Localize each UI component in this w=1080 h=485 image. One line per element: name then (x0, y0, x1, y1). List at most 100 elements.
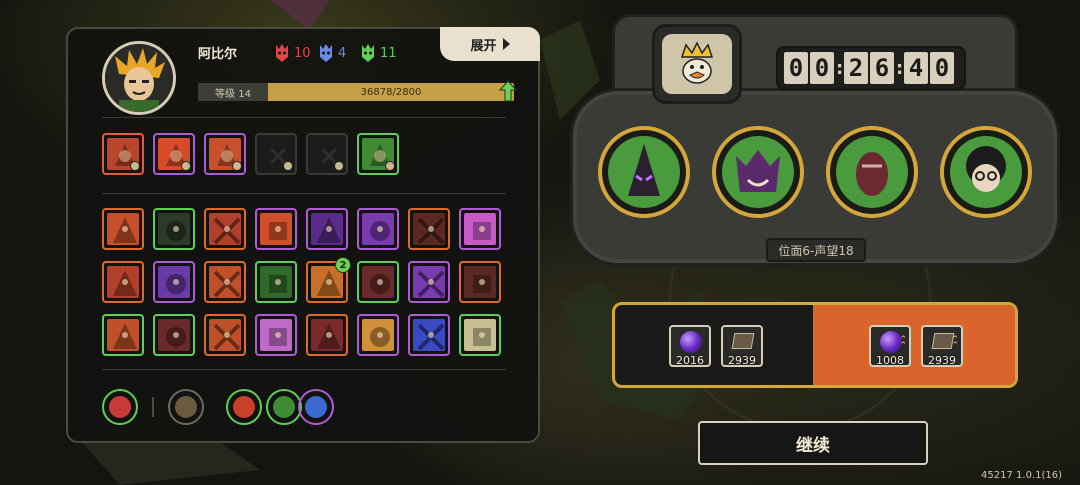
equipped-skills-row (102, 133, 399, 175)
relic-slot[interactable] (459, 208, 501, 250)
skill-type-icon (283, 161, 293, 171)
version-label: 45217 1.0.1(16) (981, 470, 1062, 481)
glasses-kid-portrait-icon (950, 136, 1022, 208)
reward-upgrade-side[interactable] (813, 305, 1015, 385)
crack-relic-icon (311, 319, 343, 351)
star-emblem-icon (233, 396, 255, 418)
relic-slot[interactable] (408, 208, 450, 250)
skill-slot[interactable] (255, 133, 297, 175)
resource-red-value: 10 (294, 45, 311, 61)
reward-orb-value: 2016 (676, 354, 704, 367)
blue-beast-relic-icon (413, 319, 445, 351)
relic-slot[interactable] (204, 261, 246, 303)
hero-portrait[interactable] (940, 126, 1032, 218)
reward-book-value: 2939 (728, 354, 756, 367)
relic-slot[interactable] (153, 314, 195, 356)
relic-slot[interactable] (459, 261, 501, 303)
skill-slot[interactable] (153, 133, 195, 175)
level-label: 等级 14 (198, 83, 268, 101)
flask-emblem-icon (273, 396, 295, 418)
crowned-demon-portrait-icon (722, 136, 794, 208)
emblem-row (102, 389, 506, 425)
reward-book-upgraded-value: 2939 (928, 354, 956, 367)
relic-slot[interactable]: 2 (306, 257, 351, 303)
blue-mask-icon (320, 44, 332, 62)
timer-digit: 0 (784, 52, 808, 84)
cocoon-beast-portrait-icon (836, 136, 908, 208)
relic-slot[interactable] (357, 261, 399, 303)
hooded-assassin-portrait-icon (608, 136, 680, 208)
ribcage-relic-icon (464, 319, 496, 351)
expand-label: 展开 (470, 38, 497, 54)
reward-orb-upgraded: ⌃ ⌃ 1008 (869, 325, 911, 367)
resource-blue-value: 4 (338, 45, 347, 61)
relic-slot[interactable] (102, 261, 144, 303)
resource-blue: 4 (318, 43, 346, 63)
relic-slot[interactable] (102, 208, 144, 250)
relic-slot[interactable] (153, 261, 195, 303)
relic-slot[interactable] (255, 261, 297, 303)
spellbook-relic-icon (464, 213, 496, 245)
crossed-blades-relic-icon (107, 266, 139, 298)
continue-button[interactable]: 继续 (698, 421, 928, 465)
skill-slot[interactable] (357, 133, 399, 175)
demon-face-relic-icon (413, 213, 445, 245)
relic-slot[interactable] (306, 208, 348, 250)
beast-emblem-icon (175, 396, 197, 418)
relic-slot[interactable] (255, 208, 297, 250)
divider (102, 193, 506, 194)
stage-label: 位面6-声望18 (766, 238, 866, 262)
level-xp-bar: 等级 14 36878/2800 (198, 83, 514, 101)
timer-colon: : (836, 57, 844, 79)
level-up-arrow-icon[interactable] (499, 80, 517, 102)
skill-slot[interactable] (204, 133, 246, 175)
relic-slot[interactable] (306, 314, 348, 356)
relic-slot[interactable] (357, 314, 399, 356)
relic-slot[interactable] (357, 208, 399, 250)
expand-button[interactable]: 展开 (440, 27, 540, 61)
relic-slot[interactable] (204, 208, 246, 250)
pointing-hand-relic-icon (209, 266, 241, 298)
book-icon (731, 333, 755, 349)
relic-slot[interactable] (408, 314, 450, 356)
green-flame-relic-icon (260, 266, 292, 298)
skill-type-icon (232, 161, 242, 171)
relic-slot[interactable] (459, 314, 501, 356)
horned-skull-relic-icon (362, 266, 394, 298)
dual-claw-relic-icon (209, 213, 241, 245)
timer-digit: 6 (870, 52, 894, 84)
crescent-relic-icon (311, 213, 343, 245)
resource-red: 10 (274, 43, 311, 63)
divider (102, 369, 506, 370)
relic-grid: 2 (102, 208, 501, 356)
green-mask-icon (362, 44, 374, 62)
red-gem-emblem-icon (109, 396, 131, 418)
relic-slot[interactable] (255, 314, 297, 356)
hero-portrait[interactable] (826, 126, 918, 218)
emblem-slot[interactable] (168, 389, 204, 425)
divider (102, 117, 506, 118)
relic-slot[interactable] (102, 314, 144, 356)
upgrade-arrows-icon: ⌃ ⌃ (951, 335, 959, 351)
emblem-slot[interactable] (266, 389, 302, 425)
relic-slot[interactable] (204, 314, 246, 356)
hero-portrait[interactable] (598, 126, 690, 218)
skill-slot[interactable] (306, 133, 348, 175)
crown-emblem[interactable] (652, 24, 742, 104)
hero-portrait[interactable] (712, 126, 804, 218)
relic-slot[interactable] (153, 208, 195, 250)
emblem-slot[interactable] (298, 389, 334, 425)
swirl-emblem-icon (305, 396, 327, 418)
relic-slot[interactable] (408, 261, 450, 303)
lightning-sword-relic-icon (158, 266, 190, 298)
claw-relic-icon (107, 213, 139, 245)
spiral-coin-relic-icon (362, 319, 394, 351)
emblem-slot[interactable] (102, 389, 138, 425)
hand-relic-icon (158, 319, 190, 351)
avatar[interactable] (102, 41, 176, 115)
timer-colon: : (896, 57, 904, 79)
hooded-figure-relic-icon (158, 213, 190, 245)
emblem-slot[interactable] (226, 389, 262, 425)
skill-slot[interactable] (102, 133, 144, 175)
resource-green: 11 (360, 43, 397, 63)
